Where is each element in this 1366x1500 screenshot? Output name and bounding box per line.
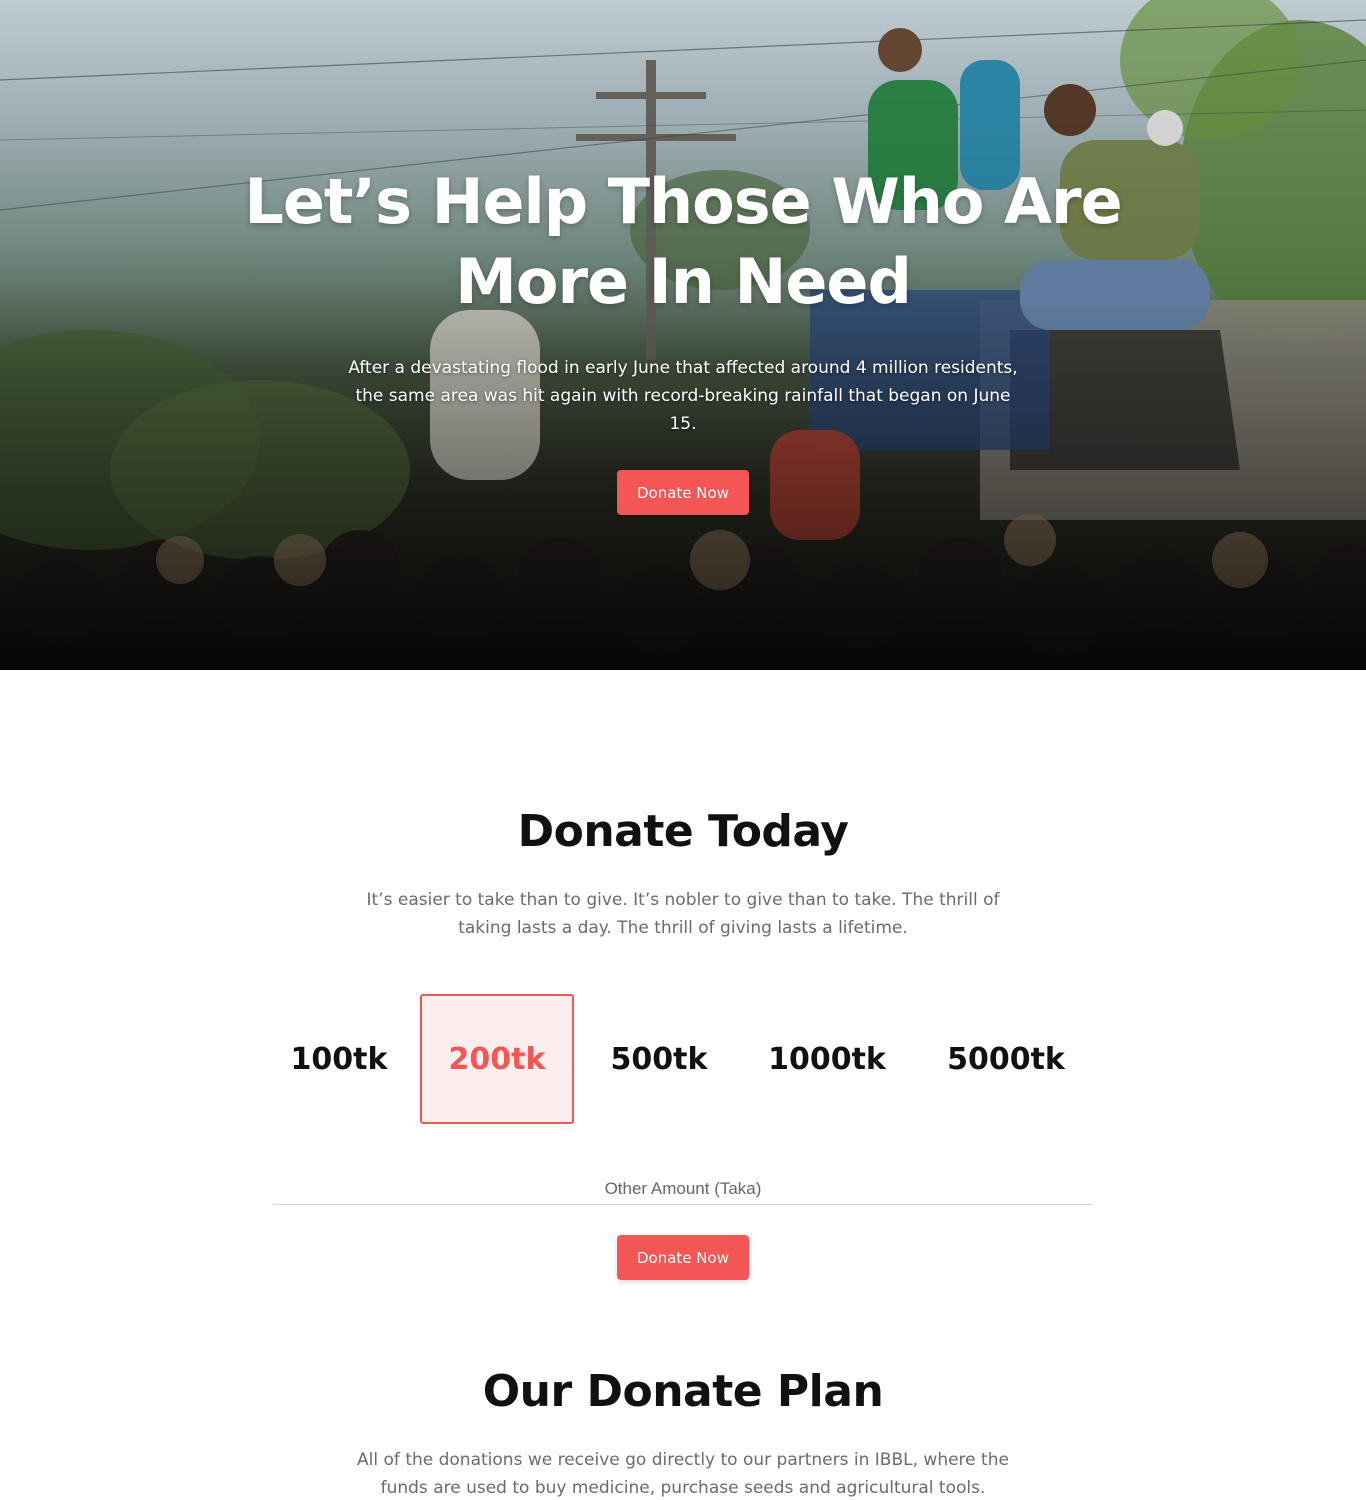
amount-option-200[interactable]: 200tk — [420, 994, 574, 1124]
hero-section: Let’s Help Those Who Are More In Need Af… — [0, 0, 1366, 670]
hero-description: After a devastating flood in early June … — [348, 358, 1018, 434]
hero-content: Let’s Help Those Who Are More In Need Af… — [0, 162, 1366, 515]
donate-plan-description: All of the donations we receive go direc… — [357, 1450, 1009, 1498]
donate-today-section: Donate Today It’s easier to take than to… — [0, 670, 1366, 1280]
amount-option-500[interactable]: 500tk — [591, 994, 727, 1124]
donate-today-description: It’s easier to take than to give. It’s n… — [366, 890, 1000, 938]
amount-option-100[interactable]: 100tk — [273, 994, 405, 1124]
donate-now-button[interactable]: Donate Now — [617, 1235, 749, 1280]
amount-options: 100tk 200tk 500tk 1000tk 5000tk — [273, 994, 1093, 1124]
other-amount-field — [273, 1178, 1093, 1205]
hero-title: Let’s Help Those Who Are More In Need — [244, 165, 1122, 318]
amount-option-5000[interactable]: 5000tk — [923, 994, 1089, 1124]
donate-plan-section: Our Donate Plan All of the donations we … — [0, 1280, 1366, 1500]
amount-option-1000[interactable]: 1000tk — [745, 994, 909, 1124]
hero-donate-now-button[interactable]: Donate Now — [617, 470, 749, 515]
donate-plan-title: Our Donate Plan — [482, 1366, 884, 1417]
donate-today-title: Donate Today — [517, 806, 849, 857]
other-amount-input[interactable] — [273, 1178, 1093, 1200]
